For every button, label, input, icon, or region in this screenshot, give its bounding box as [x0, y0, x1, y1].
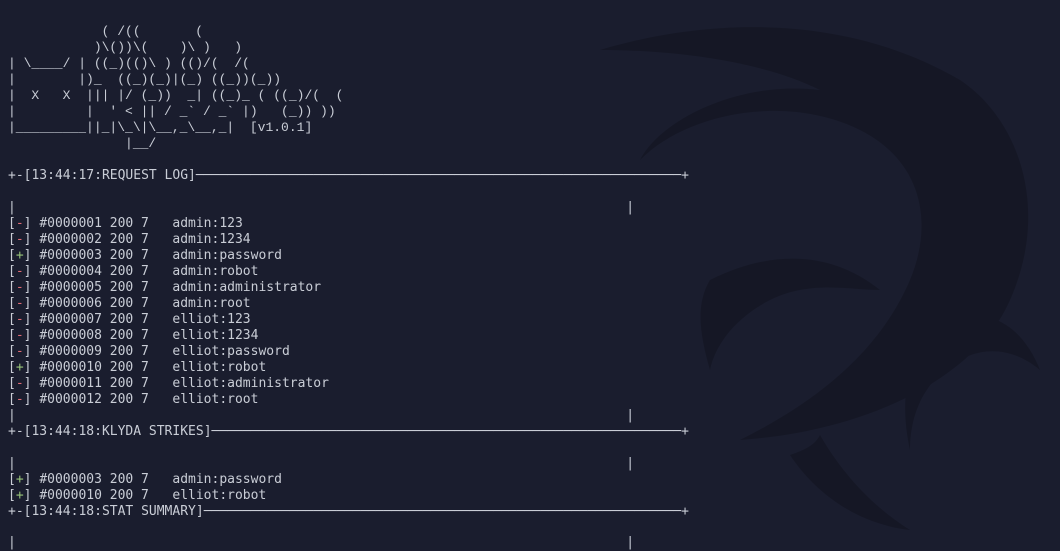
status-icon: + — [16, 472, 24, 487]
status-icon: + — [16, 360, 24, 375]
status-icon: - — [16, 328, 24, 343]
bracket-close: ] — [24, 248, 40, 263]
ascii-banner: ( /(( ( )\())\( )\ ) ) | \____/ | ((_)((… — [8, 24, 1060, 152]
bracket-open: [ — [8, 248, 16, 263]
bracket-close: ] — [24, 376, 40, 391]
box-header-strikes: +-[13:44:18:KLYDA STRIKES]──────────────… — [8, 424, 1060, 440]
log-row: [-] #0000009 200 7 elliot:password — [8, 344, 1060, 360]
log-text: #0000011 200 7 elliot:administrator — [39, 376, 329, 391]
log-text: #0000005 200 7 admin:administrator — [39, 280, 321, 295]
box-spacer: | | — [8, 408, 634, 423]
log-text: #0000002 200 7 admin:1234 — [39, 232, 250, 247]
log-text: #0000007 200 7 elliot:123 — [39, 312, 250, 327]
bracket-open: [ — [8, 488, 16, 503]
bracket-open: [ — [8, 264, 16, 279]
status-icon: - — [16, 216, 24, 231]
log-text: #0000003 200 7 admin:password — [39, 472, 282, 487]
log-row: [+] #0000003 200 7 admin:password — [8, 248, 1060, 264]
log-text: #0000012 200 7 elliot:root — [39, 392, 258, 407]
bracket-open: [ — [8, 280, 16, 295]
log-text: #0000009 200 7 elliot:password — [39, 344, 289, 359]
status-icon: - — [16, 344, 24, 359]
box-header-request-log: +-[13:44:17:REQUEST LOG]────────────────… — [8, 168, 1060, 184]
status-icon: - — [16, 296, 24, 311]
bracket-open: [ — [8, 360, 16, 375]
log-text: #0000010 200 7 elliot:robot — [39, 360, 266, 375]
bracket-open: [ — [8, 232, 16, 247]
terminal-output: ( /(( ( )\())\( )\ ) ) | \____/ | ((_)((… — [0, 0, 1060, 551]
status-icon: + — [16, 248, 24, 263]
log-row: [-] #0000001 200 7 admin:123 — [8, 216, 1060, 232]
bracket-close: ] — [24, 216, 40, 231]
box-spacer: | | — [8, 535, 634, 550]
log-text: #0000003 200 7 admin:password — [39, 248, 282, 263]
log-row: [+] #0000010 200 7 elliot:robot — [8, 488, 1060, 504]
bracket-open: [ — [8, 376, 16, 391]
bracket-open: [ — [8, 312, 16, 327]
bracket-close: ] — [24, 312, 40, 327]
log-row: [-] #0000011 200 7 elliot:administrator — [8, 376, 1060, 392]
status-icon: - — [16, 312, 24, 327]
log-row: [-] #0000006 200 7 admin:root — [8, 296, 1060, 312]
bracket-close: ] — [24, 264, 40, 279]
bracket-close: ] — [24, 472, 40, 487]
bracket-open: [ — [8, 296, 16, 311]
log-text: #0000006 200 7 admin:root — [39, 296, 250, 311]
bracket-close: ] — [24, 488, 40, 503]
status-icon: + — [16, 488, 24, 503]
bracket-close: ] — [24, 232, 40, 247]
log-row: [-] #0000005 200 7 admin:administrator — [8, 280, 1060, 296]
log-text: #0000010 200 7 elliot:robot — [39, 488, 266, 503]
log-row: [-] #0000004 200 7 admin:robot — [8, 264, 1060, 280]
bracket-open: [ — [8, 216, 16, 231]
box-spacer: | | — [8, 456, 634, 471]
log-row: [-] #0000007 200 7 elliot:123 — [8, 312, 1060, 328]
box-spacer: | | — [8, 200, 634, 215]
bracket-close: ] — [24, 360, 40, 375]
log-row: [-] #0000012 200 7 elliot:root — [8, 392, 1060, 408]
bracket-open: [ — [8, 344, 16, 359]
status-icon: - — [16, 264, 24, 279]
request-log-box: +-[13:44:17:REQUEST LOG]────────────────… — [8, 168, 1060, 551]
log-text: #0000004 200 7 admin:robot — [39, 264, 258, 279]
log-row: [-] #0000002 200 7 admin:1234 — [8, 232, 1060, 248]
status-icon: - — [16, 376, 24, 391]
log-row: [+] #0000003 200 7 admin:password — [8, 472, 1060, 488]
bracket-close: ] — [24, 328, 40, 343]
bracket-close: ] — [24, 280, 40, 295]
log-text: #0000001 200 7 admin:123 — [39, 216, 243, 231]
log-row: [-] #0000008 200 7 elliot:1234 — [8, 328, 1060, 344]
log-row: [+] #0000010 200 7 elliot:robot — [8, 360, 1060, 376]
bracket-close: ] — [24, 296, 40, 311]
bracket-close: ] — [24, 392, 40, 407]
log-text: #0000008 200 7 elliot:1234 — [39, 328, 258, 343]
bracket-open: [ — [8, 472, 16, 487]
status-icon: - — [16, 392, 24, 407]
bracket-close: ] — [24, 344, 40, 359]
status-icon: - — [16, 280, 24, 295]
box-header-stats: +-[13:44:18:STAT SUMMARY]───────────────… — [8, 504, 1060, 520]
bracket-open: [ — [8, 328, 16, 343]
bracket-open: [ — [8, 392, 16, 407]
status-icon: - — [16, 232, 24, 247]
